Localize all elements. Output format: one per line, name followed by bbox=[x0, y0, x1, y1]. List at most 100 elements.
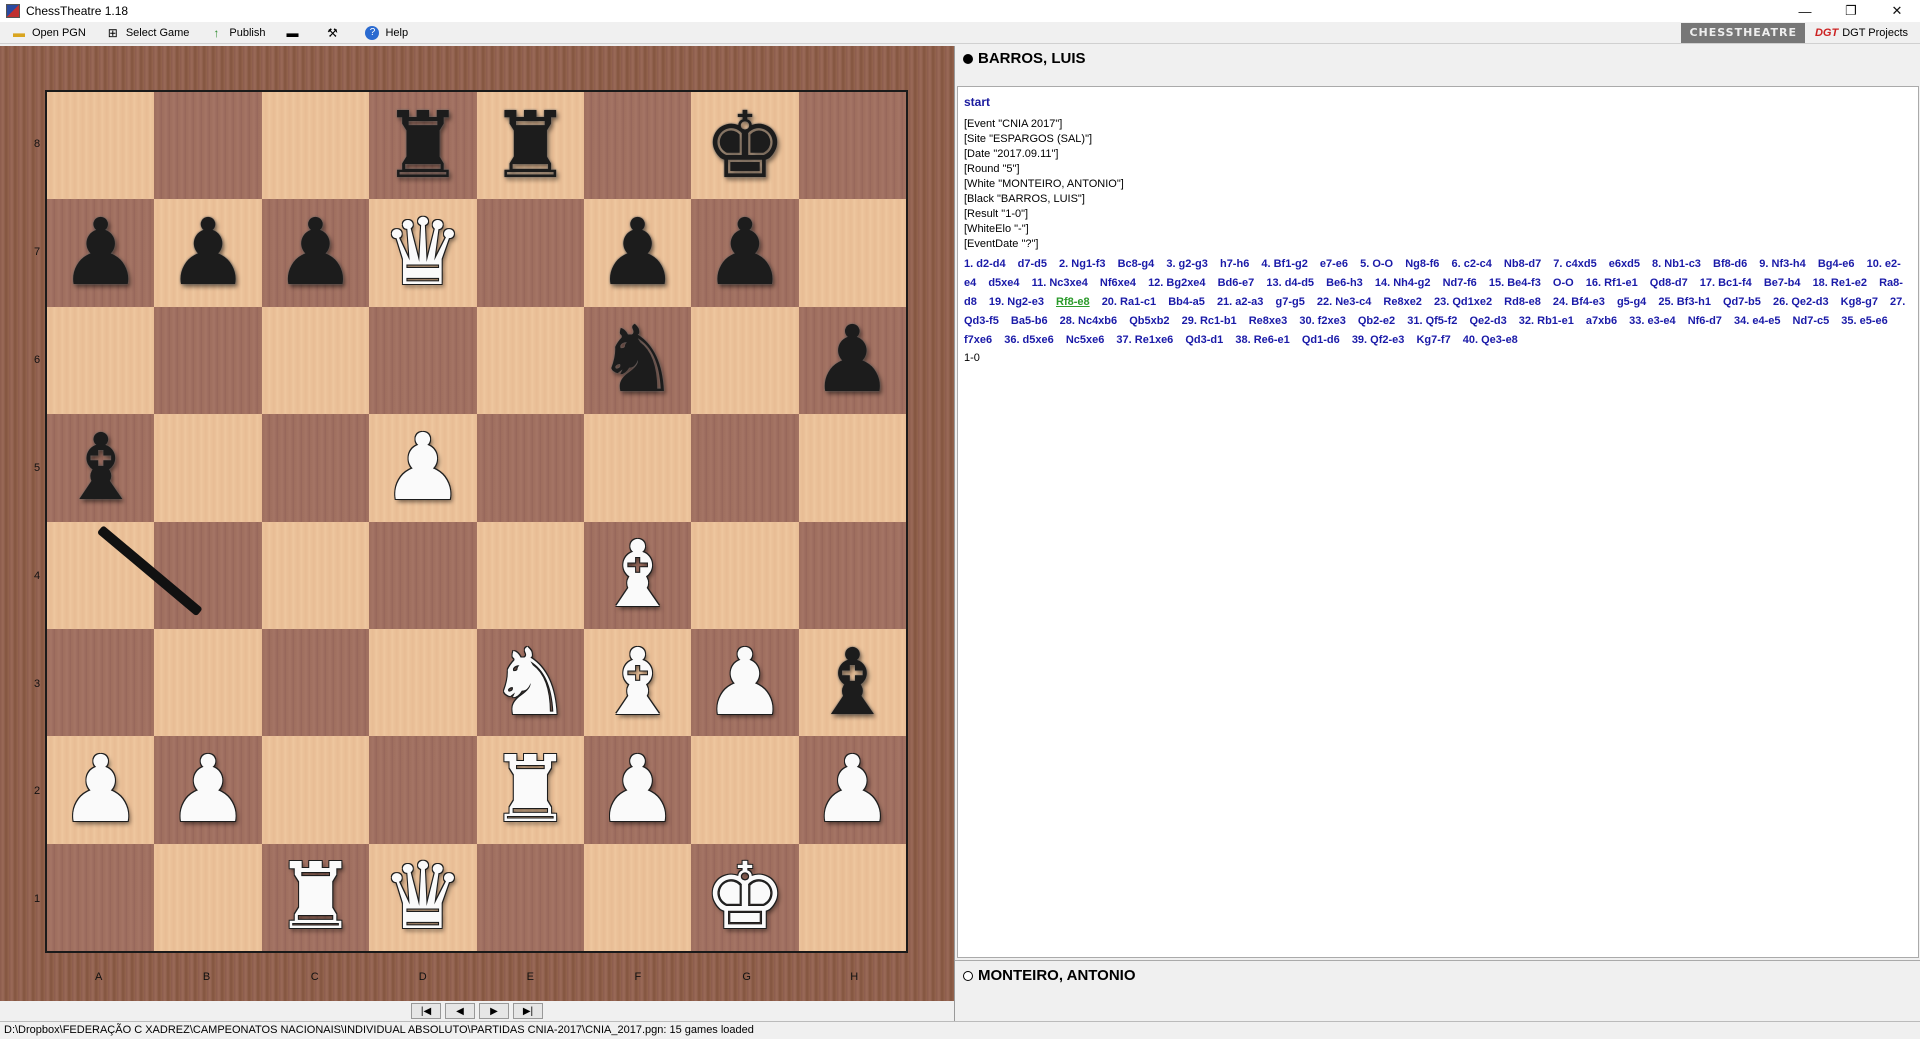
square-d1[interactable]: ♛ bbox=[369, 843, 477, 951]
white-rook-icon[interactable]: ♜ bbox=[274, 851, 356, 943]
square-e1[interactable] bbox=[476, 843, 584, 951]
black-pawn-icon[interactable]: ♟ bbox=[59, 207, 141, 299]
move-link[interactable]: 3. g2-g3 bbox=[1166, 258, 1208, 270]
square-f2[interactable]: ♟ bbox=[583, 736, 692, 844]
move-link[interactable]: 12. Bg2xe4 bbox=[1148, 277, 1205, 289]
move-link[interactable]: Qd7-b5 bbox=[1723, 296, 1761, 308]
move-link[interactable]: g5-g4 bbox=[1617, 296, 1646, 308]
publish-button[interactable]: ↑ Publish bbox=[197, 23, 273, 43]
move-link[interactable]: 35. e5-e6 bbox=[1841, 315, 1887, 327]
white-queen-icon[interactable]: ♛ bbox=[382, 851, 464, 943]
start-link[interactable]: start bbox=[964, 95, 1912, 109]
move-link[interactable]: d7-d5 bbox=[1018, 258, 1047, 270]
black-pawn-icon[interactable]: ♟ bbox=[596, 207, 678, 299]
move-link[interactable]: Qd8-d7 bbox=[1650, 277, 1688, 289]
square-a3[interactable] bbox=[47, 628, 155, 737]
square-g4[interactable] bbox=[691, 521, 799, 629]
first-move-button[interactable]: |◀ bbox=[411, 1003, 441, 1019]
move-link[interactable]: Nc5xe6 bbox=[1066, 334, 1105, 346]
square-f6[interactable]: ♞ bbox=[583, 306, 692, 415]
square-f7[interactable]: ♟ bbox=[583, 199, 692, 307]
black-pawn-icon[interactable]: ♟ bbox=[811, 314, 893, 406]
move-link[interactable]: Kg8-g7 bbox=[1841, 296, 1878, 308]
move-link[interactable]: Nf6xe4 bbox=[1100, 277, 1136, 289]
game-notation[interactable]: start [Event "CNIA 2017"] [Site "ESPARGOS… bbox=[957, 86, 1919, 958]
square-b2[interactable]: ♟ bbox=[154, 736, 262, 844]
move-link[interactable]: 29. Rc1-b1 bbox=[1182, 315, 1237, 327]
square-a7[interactable]: ♟ bbox=[47, 199, 155, 307]
move-link[interactable]: Rd8-e8 bbox=[1504, 296, 1541, 308]
square-d7[interactable]: ♛ bbox=[369, 199, 477, 307]
square-e4[interactable] bbox=[476, 521, 584, 629]
white-queen-icon[interactable]: ♛ bbox=[382, 207, 464, 299]
move-link[interactable]: 22. Ne3-c4 bbox=[1317, 296, 1371, 308]
move-link[interactable]: 39. Qf2-e3 bbox=[1352, 334, 1405, 346]
square-f3[interactable]: ♝ bbox=[583, 628, 692, 737]
move-link[interactable]: Be7-b4 bbox=[1764, 277, 1801, 289]
move-link[interactable]: Nd7-f6 bbox=[1443, 277, 1477, 289]
square-b4[interactable] bbox=[154, 521, 262, 629]
move-link[interactable]: Re8xe2 bbox=[1383, 296, 1422, 308]
square-h8[interactable] bbox=[798, 92, 906, 200]
square-c4[interactable] bbox=[261, 521, 370, 629]
square-b5[interactable] bbox=[154, 414, 262, 522]
move-link[interactable]: a7xb6 bbox=[1586, 315, 1617, 327]
square-g5[interactable] bbox=[691, 414, 799, 522]
move-link[interactable]: Qd1-d6 bbox=[1302, 334, 1340, 346]
black-pawn-icon[interactable]: ♟ bbox=[274, 207, 356, 299]
square-c6[interactable] bbox=[261, 306, 370, 415]
move-link[interactable]: e7-e6 bbox=[1320, 258, 1348, 270]
flip-board-button[interactable]: ▬ bbox=[273, 23, 313, 43]
current-move[interactable]: Rf8-e8 bbox=[1056, 296, 1090, 308]
black-rook-icon[interactable]: ♜ bbox=[382, 99, 464, 192]
move-link[interactable]: Ng8-f6 bbox=[1405, 258, 1439, 270]
square-e2[interactable]: ♜ bbox=[476, 736, 584, 844]
square-h2[interactable]: ♟ bbox=[798, 736, 906, 844]
move-link[interactable]: 25. Bf3-h1 bbox=[1658, 296, 1711, 308]
square-g6[interactable] bbox=[691, 306, 799, 415]
move-link[interactable]: Qd3-d1 bbox=[1185, 334, 1223, 346]
move-link[interactable]: Bg4-e6 bbox=[1818, 258, 1855, 270]
help-button[interactable]: ? Help bbox=[353, 23, 416, 43]
move-link[interactable]: 14. Nh4-g2 bbox=[1375, 277, 1431, 289]
move-link[interactable]: e6xd5 bbox=[1609, 258, 1640, 270]
move-link[interactable]: 26. Qe2-d3 bbox=[1773, 296, 1829, 308]
square-c8[interactable] bbox=[261, 92, 370, 200]
square-b7[interactable]: ♟ bbox=[154, 199, 262, 307]
square-c3[interactable] bbox=[261, 628, 370, 737]
square-b3[interactable] bbox=[154, 628, 262, 737]
square-e8[interactable]: ♜ bbox=[476, 92, 584, 200]
move-link[interactable]: Nf6-d7 bbox=[1688, 315, 1722, 327]
move-link[interactable]: h7-h6 bbox=[1220, 258, 1249, 270]
square-e6[interactable] bbox=[476, 306, 584, 415]
square-g3[interactable]: ♟ bbox=[691, 628, 799, 737]
black-bishop-icon[interactable]: ♝ bbox=[59, 421, 141, 514]
move-link[interactable]: 16. Rf1-e1 bbox=[1586, 277, 1638, 289]
white-pawn-icon[interactable]: ♟ bbox=[382, 421, 464, 514]
move-link[interactable]: 31. Qf5-f2 bbox=[1407, 315, 1457, 327]
move-link[interactable]: 36. d5xe6 bbox=[1004, 334, 1054, 346]
square-d3[interactable] bbox=[369, 628, 477, 737]
move-link[interactable]: 32. Rb1-e1 bbox=[1519, 315, 1574, 327]
square-a5[interactable]: ♝ bbox=[47, 414, 155, 522]
move-link[interactable]: 7. c4xd5 bbox=[1553, 258, 1596, 270]
square-e3[interactable]: ♞ bbox=[476, 628, 584, 737]
square-a1[interactable] bbox=[47, 843, 155, 951]
move-link[interactable]: O-O bbox=[1553, 277, 1574, 289]
square-e5[interactable] bbox=[476, 414, 584, 522]
square-h6[interactable]: ♟ bbox=[798, 306, 906, 415]
move-link[interactable]: Bb4-a5 bbox=[1168, 296, 1205, 308]
move-link[interactable]: f7xe6 bbox=[964, 334, 992, 346]
square-e7[interactable] bbox=[476, 199, 584, 307]
close-icon[interactable]: ✕ bbox=[1874, 0, 1920, 22]
square-c7[interactable]: ♟ bbox=[261, 199, 370, 307]
square-d5[interactable]: ♟ bbox=[369, 414, 477, 522]
dgt-projects-link[interactable]: DGT DGT Projects bbox=[1805, 27, 1920, 39]
move-link[interactable]: 40. Qe3-e8 bbox=[1463, 334, 1518, 346]
move-link[interactable]: 1. d2-d4 bbox=[964, 258, 1006, 270]
square-g7[interactable]: ♟ bbox=[691, 199, 799, 307]
black-knight-icon[interactable]: ♞ bbox=[596, 314, 678, 406]
move-link[interactable]: 2. Ng1-f3 bbox=[1059, 258, 1105, 270]
move-link[interactable]: Bd6-e7 bbox=[1218, 277, 1255, 289]
move-link[interactable]: Ba5-b6 bbox=[1011, 315, 1048, 327]
